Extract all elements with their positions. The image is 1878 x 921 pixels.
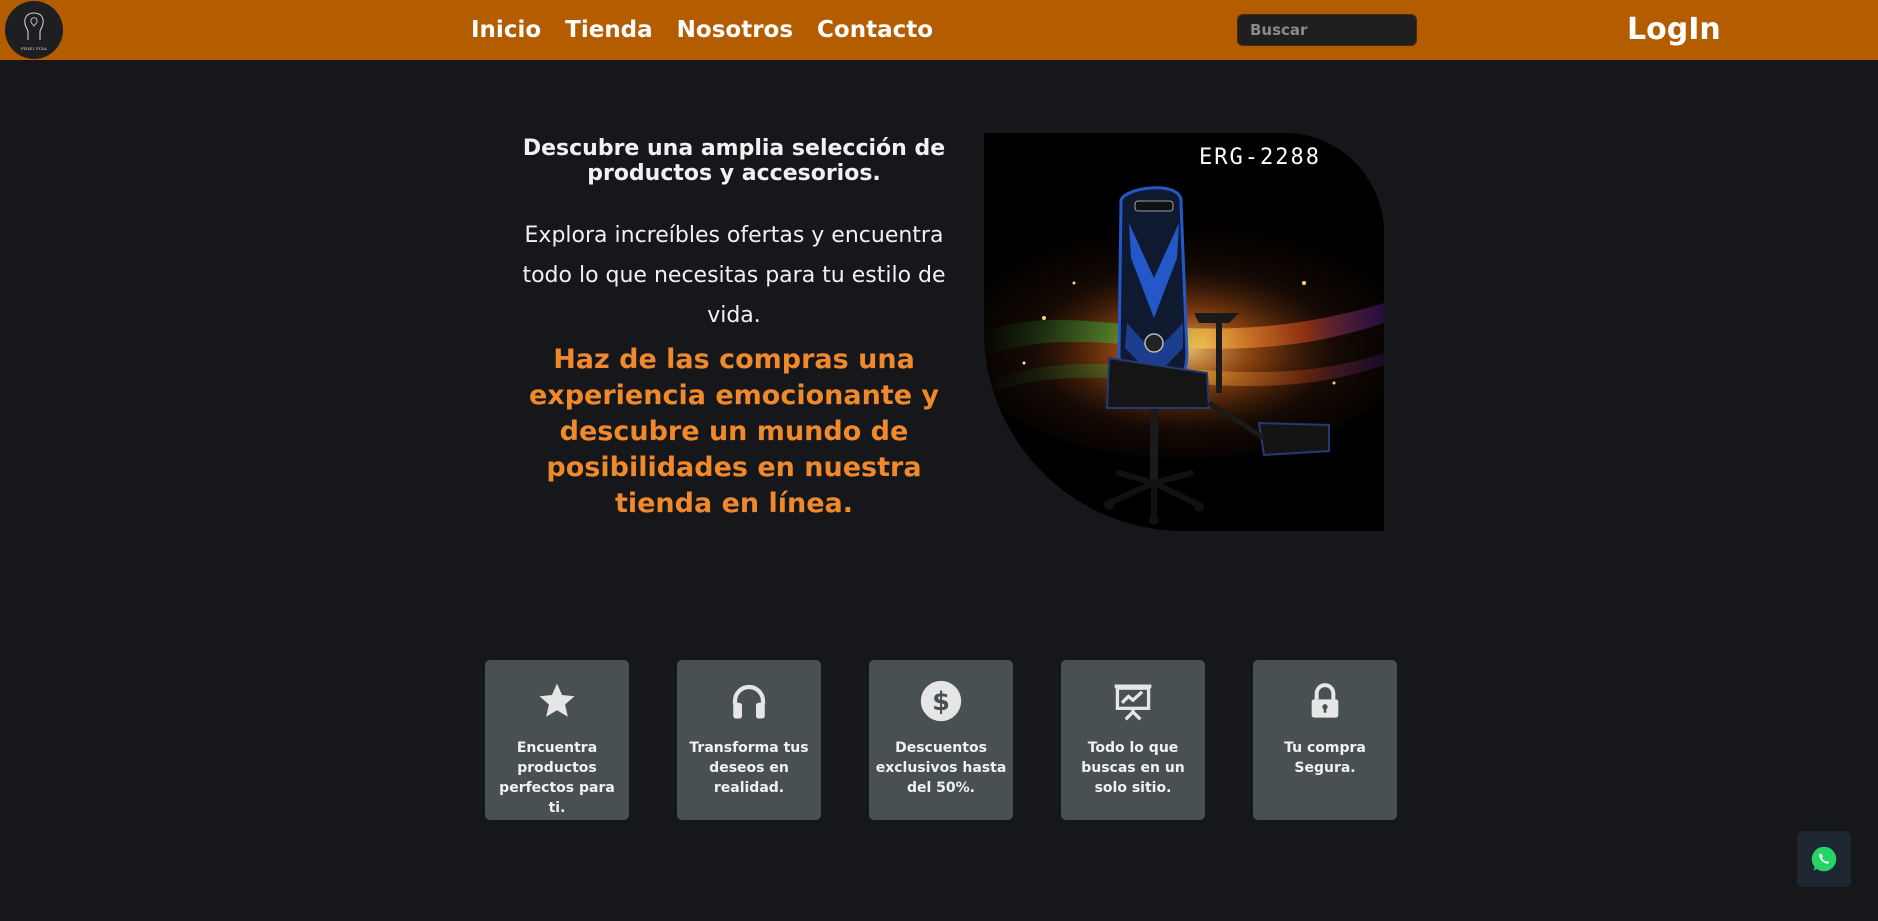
headphones-icon [724, 676, 774, 726]
head-logo-icon [24, 12, 44, 40]
feature-text: Transforma tus deseos en realidad. [689, 740, 809, 796]
navbar: FRIKI PIXA Inicio Tienda Nosotros Contac… [0, 0, 1878, 60]
feature-card-secure[interactable]: Tu compra Segura. [1253, 660, 1397, 820]
feature-text: Todo lo que buscas en un solo sitio. [1081, 740, 1185, 796]
feature-text: Descuentos exclusivos hasta del 50%. [875, 740, 1007, 796]
feature-card-products[interactable]: Encuentra productos perfectos para ti. [485, 660, 629, 820]
feature-card-wishes[interactable]: Transforma tus deseos en realidad. [677, 660, 821, 820]
nav-inicio[interactable]: Inicio [471, 17, 541, 43]
search-input[interactable] [1237, 14, 1417, 46]
hero-highlight: Haz de las compras una experiencia emoci… [528, 344, 940, 519]
hero-body: Explora increíbles ofertas y encuentra t… [522, 223, 946, 328]
logo-text: FRIKI PIXA [20, 45, 48, 51]
site-logo[interactable]: FRIKI PIXA [5, 1, 63, 59]
login-button[interactable]: LogIn [1627, 12, 1721, 47]
svg-text:$: $ [932, 687, 950, 717]
main-nav: Inicio Tienda Nosotros Contacto [471, 0, 933, 60]
hero-text: Descubre una amplia selección de product… [514, 136, 954, 522]
hero-heading: Descubre una amplia selección de product… [522, 136, 946, 186]
presentation-chart-icon [1108, 676, 1158, 726]
image-model-label: ERG-2288 [1199, 145, 1321, 170]
lock-icon [1300, 676, 1350, 726]
feature-text: Tu compra Segura. [1284, 740, 1366, 776]
feature-text: Encuentra productos perfectos para ti. [499, 740, 615, 816]
feature-card-onestop[interactable]: Todo lo que buscas en un solo sitio. [1061, 660, 1205, 820]
whatsapp-icon [1811, 846, 1837, 872]
feature-card-discounts[interactable]: $ Descuentos exclusivos hasta del 50%. [869, 660, 1013, 820]
nav-tienda[interactable]: Tienda [565, 17, 653, 43]
nav-contacto[interactable]: Contacto [817, 17, 933, 43]
whatsapp-button[interactable] [1797, 831, 1851, 887]
star-icon [532, 676, 582, 726]
gaming-chair-image: ERG-2288 [984, 133, 1384, 531]
nav-nosotros[interactable]: Nosotros [677, 17, 793, 43]
features-row: Encuentra productos perfectos para ti. T… [485, 660, 1397, 820]
dollar-icon: $ [916, 676, 966, 726]
